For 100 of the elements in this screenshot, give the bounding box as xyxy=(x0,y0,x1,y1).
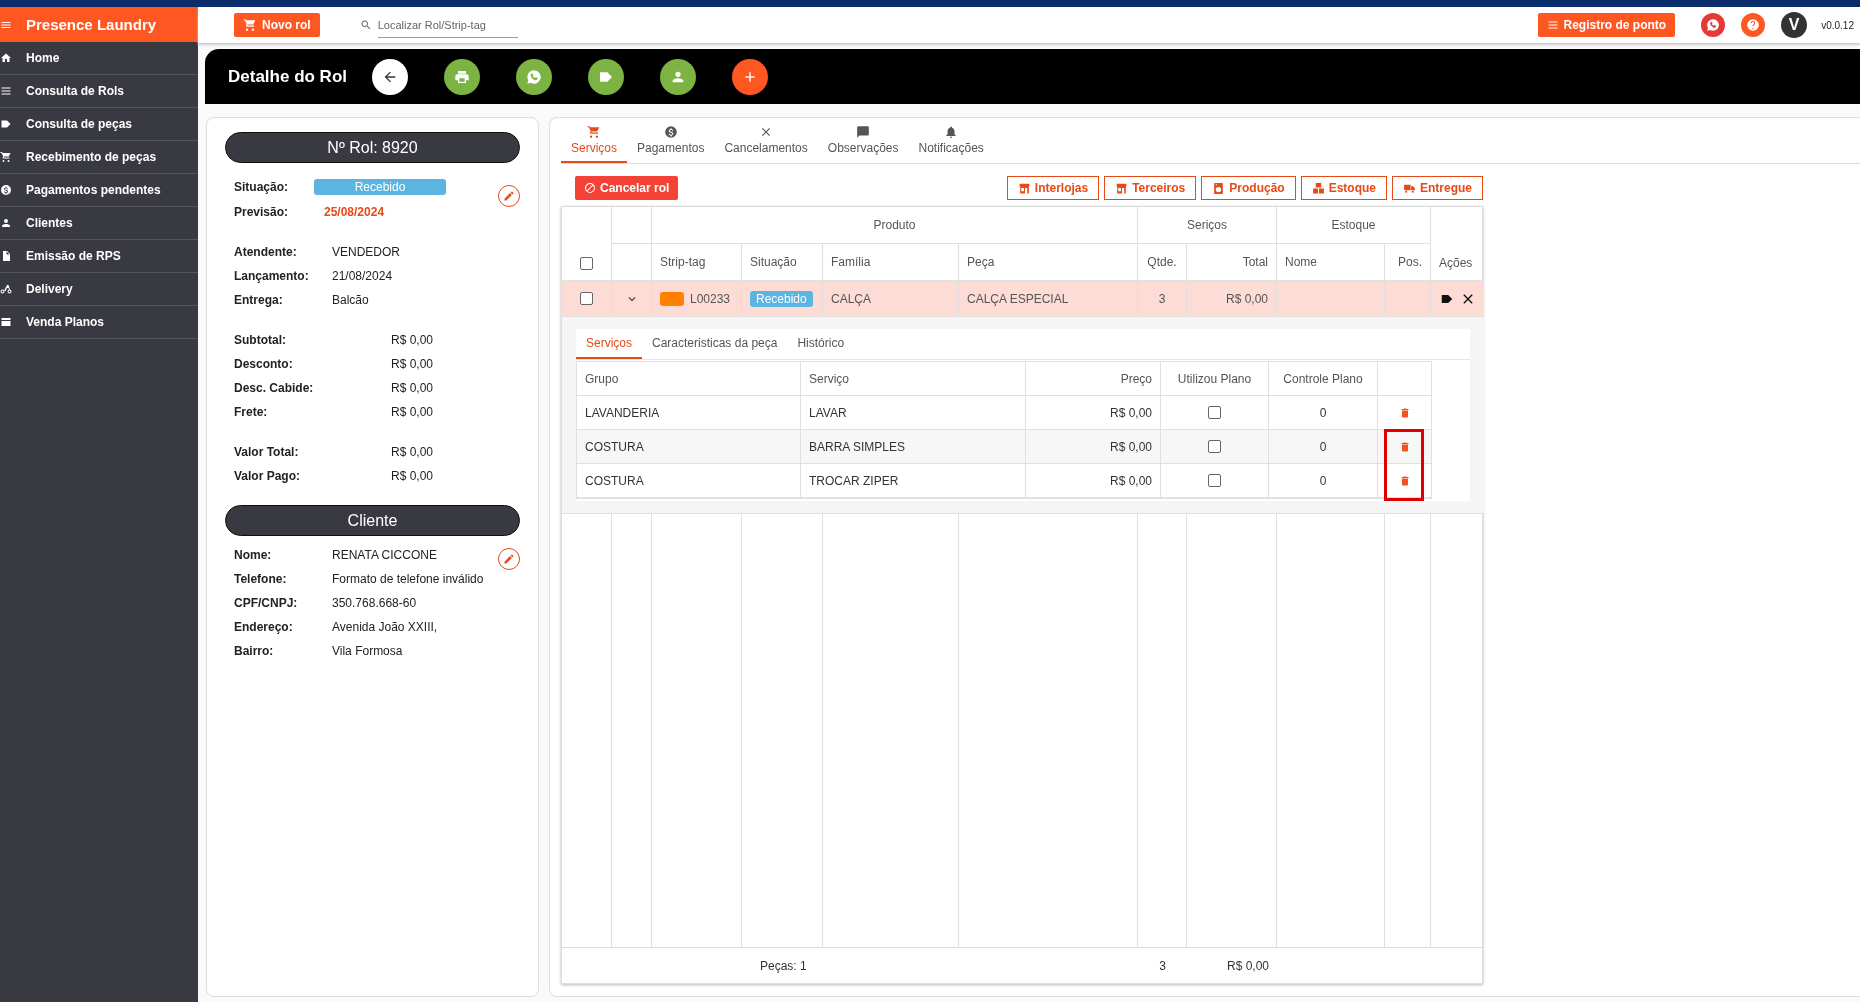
dollar-icon xyxy=(0,184,12,196)
action-button[interactable]: Interlojas xyxy=(1006,176,1100,200)
action-button[interactable]: Terceiros xyxy=(1104,176,1197,200)
back-button[interactable] xyxy=(372,58,408,95)
checkbox[interactable] xyxy=(1208,406,1221,419)
print-button[interactable] xyxy=(444,58,480,95)
field-value: 21/08/2024 xyxy=(332,269,394,283)
print-icon xyxy=(454,68,470,85)
table-cell: 3 xyxy=(1138,281,1187,317)
cart-icon xyxy=(587,124,601,139)
column-header: Controle Plano xyxy=(1269,362,1378,396)
field-label: Subtotal: xyxy=(234,333,287,347)
sidebar-item[interactable]: Pagamentos pendentes xyxy=(0,174,198,207)
whatsapp-button[interactable] xyxy=(516,58,552,95)
sidebar-item[interactable]: Emissão de RPS xyxy=(0,240,198,273)
sidebar-item[interactable]: Home xyxy=(0,42,198,75)
column-header: Preço xyxy=(1026,362,1161,396)
tag-button[interactable] xyxy=(588,58,624,95)
field-value: R$ 0,00 xyxy=(391,445,435,459)
card-icon xyxy=(0,316,12,328)
tab[interactable]: Histórico xyxy=(787,329,855,359)
field-value: VENDEDOR xyxy=(332,245,401,259)
table-cell: TROCAR ZIPER xyxy=(801,464,1026,498)
tab[interactable]: Observações xyxy=(817,118,909,163)
sidebar-item[interactable]: Consulta de Rols xyxy=(0,75,198,108)
status-badge: Recebido xyxy=(314,179,446,195)
client-button[interactable] xyxy=(660,58,696,95)
order-number: Nº Rol: 8920 xyxy=(225,132,520,163)
phone-icon xyxy=(1706,18,1721,32)
table-cell: BARRA SIMPLES xyxy=(801,430,1026,464)
action-button[interactable]: Entregue xyxy=(1392,176,1483,200)
table-cell: 0 xyxy=(1269,430,1378,464)
tab[interactable]: Serviços xyxy=(561,118,627,163)
table-cell: R$ 0,00 xyxy=(1026,464,1161,498)
field-label: Bairro: xyxy=(234,644,275,658)
checkbox[interactable] xyxy=(580,257,593,270)
edit-button[interactable] xyxy=(498,185,520,207)
field-label: Desc. Cabide: xyxy=(234,381,315,395)
tab[interactable]: Cancelamentos xyxy=(714,118,818,163)
tab[interactable]: Serviços xyxy=(576,329,642,359)
total-quantity: 3 xyxy=(1138,947,1187,983)
dollar-icon xyxy=(663,124,678,139)
field-value: R$ 0,00 xyxy=(391,469,435,483)
field-value: Balcão xyxy=(332,293,370,307)
checkbox[interactable] xyxy=(1208,440,1221,453)
tab[interactable]: Notificações xyxy=(908,118,994,163)
field-label: Entrega: xyxy=(234,293,284,307)
column-group-header: Seriços xyxy=(1138,207,1277,244)
status-badge: Recebido xyxy=(750,290,813,307)
add-button[interactable] xyxy=(732,58,768,95)
field-label: Lançamento: xyxy=(234,269,310,283)
field-label: Atendente: xyxy=(234,245,298,259)
total-amount: R$ 0,00 xyxy=(1187,947,1277,983)
ban-icon xyxy=(584,182,596,194)
field-label: Situação: xyxy=(234,180,289,194)
store-icon xyxy=(1017,181,1031,195)
field-label: Telefone: xyxy=(234,572,288,586)
column-header: Serviço xyxy=(801,362,1026,396)
sidebar-item[interactable]: Recebimento de peças xyxy=(0,141,198,174)
pencil-icon xyxy=(503,553,515,565)
field-value: R$ 0,00 xyxy=(391,405,435,419)
table-cell: COSTURA xyxy=(577,430,801,464)
sidebar-item[interactable]: Venda Planos xyxy=(0,306,198,339)
search-field[interactable]: Localizar Rol/Strip-tag xyxy=(377,12,518,38)
field-label: Nome: xyxy=(234,548,273,562)
field-label: Frete: xyxy=(234,405,269,419)
action-button[interactable]: Produção xyxy=(1201,176,1296,200)
cart-icon xyxy=(243,18,257,32)
home-icon xyxy=(0,52,12,64)
sidebar-item[interactable]: Clientes xyxy=(0,207,198,240)
column-group-header: Produto xyxy=(652,207,1138,244)
table-cell: 0 xyxy=(1269,464,1378,498)
avatar[interactable]: V xyxy=(1781,12,1808,38)
checkbox[interactable] xyxy=(1208,474,1221,487)
app-title: Presence Laundry xyxy=(26,16,157,33)
field-value: 350.768.668-60 xyxy=(332,596,418,610)
field-label: Valor Total: xyxy=(234,445,300,459)
column-header: Grupo xyxy=(577,362,801,396)
action-button[interactable]: Estoque xyxy=(1300,176,1387,200)
help-icon xyxy=(1746,18,1761,32)
list-icon xyxy=(1546,19,1559,31)
search-icon xyxy=(359,19,372,31)
page-title: Detalhe do Rol xyxy=(228,66,348,87)
column-header: Utilizou Plano xyxy=(1161,362,1269,396)
table-cell: CALÇA xyxy=(823,281,959,317)
edit-button[interactable] xyxy=(498,548,520,570)
checkbox[interactable] xyxy=(580,292,593,305)
sidebar-item[interactable]: Consulta de peças xyxy=(0,108,198,141)
table-cell: COSTURA xyxy=(577,464,801,498)
version-label: v0.0.12 xyxy=(1821,19,1854,31)
field-value: R$ 0,00 xyxy=(391,357,435,371)
washer-icon xyxy=(1212,181,1226,195)
cart-icon xyxy=(0,151,12,163)
column-group-header: Estoque xyxy=(1277,207,1431,244)
help-button[interactable] xyxy=(1741,13,1766,37)
whatsapp-icon xyxy=(526,68,542,85)
cancel-button[interactable]: Cancelar rol xyxy=(575,176,679,200)
sidebar-item[interactable]: Delivery xyxy=(0,273,198,306)
tab[interactable]: Pagamentos xyxy=(627,118,715,163)
tab[interactable]: Caracteristicas da peça xyxy=(642,329,788,359)
